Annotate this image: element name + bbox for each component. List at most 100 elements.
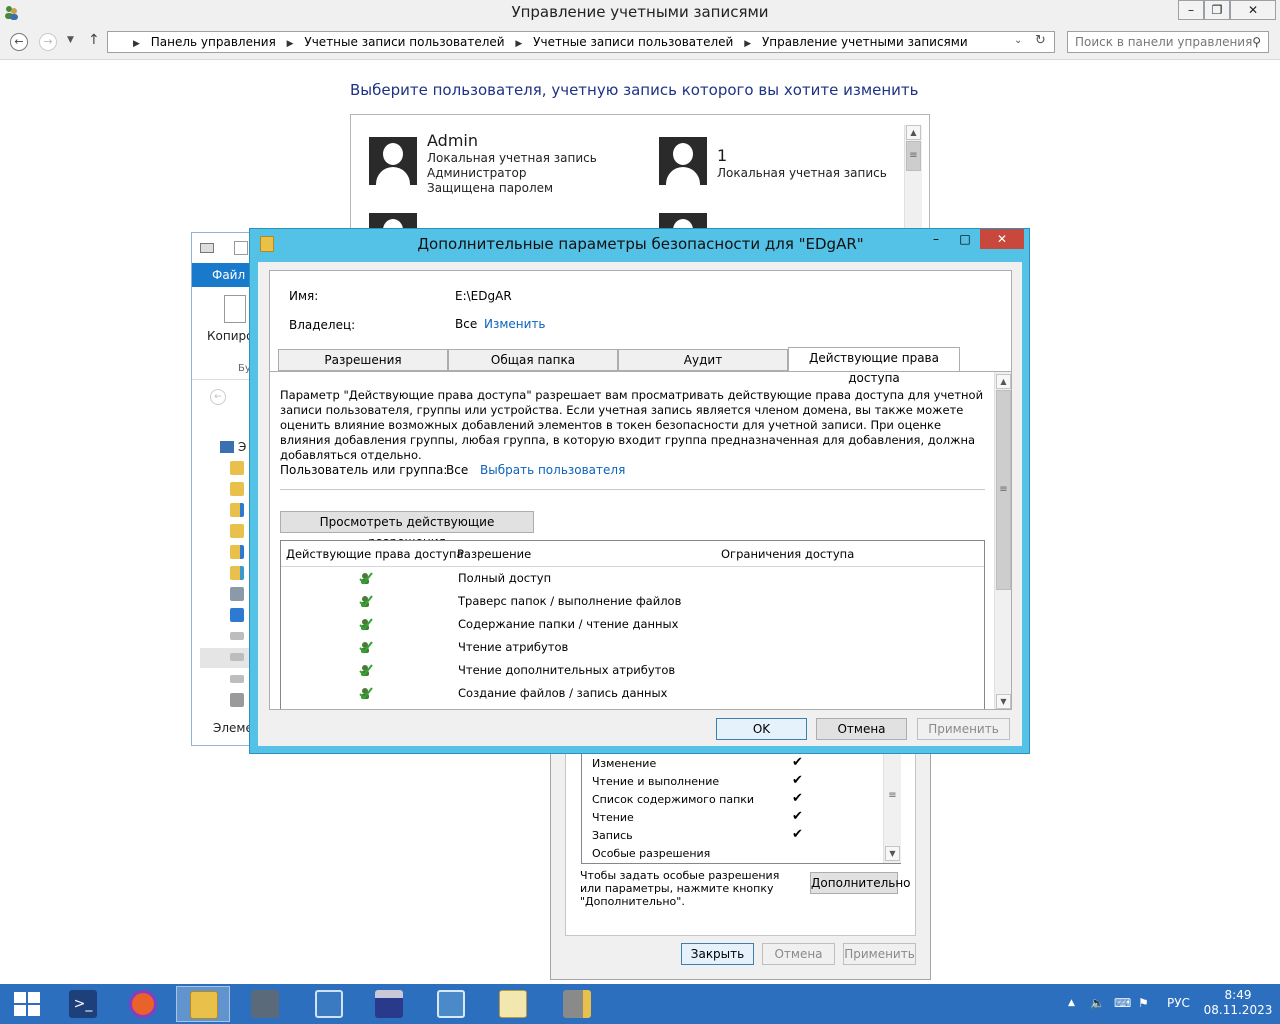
minimize-button[interactable]: – xyxy=(923,229,949,249)
taskbar-server-manager[interactable] xyxy=(238,986,292,1022)
taskbar-control-panel[interactable] xyxy=(424,986,478,1022)
music-folder-icon[interactable] xyxy=(230,545,244,559)
breadcrumb-item[interactable]: Управление учетными записями xyxy=(762,32,968,52)
table-row[interactable]: Чтение атрибутов xyxy=(281,636,984,659)
breadcrumb-item[interactable]: Панель управления xyxy=(151,32,276,52)
up-button[interactable]: ↑ xyxy=(88,32,100,48)
close-button[interactable]: ✕ xyxy=(980,229,1024,249)
apply-button[interactable]: Применить xyxy=(917,718,1010,740)
downloads-folder-icon[interactable] xyxy=(230,503,244,517)
properties-icon[interactable] xyxy=(234,241,248,255)
breadcrumb-item[interactable]: Учетные записи пользователей xyxy=(533,32,733,52)
name-value: E:\EDgAR xyxy=(455,289,512,303)
users-allowed-check-icon xyxy=(359,687,373,700)
tab-permissions[interactable]: Разрешения xyxy=(278,349,448,371)
action-center-icon[interactable]: ⚑ xyxy=(1138,996,1149,1010)
table-row[interactable]: Траверс папок / выполнение файлов xyxy=(281,590,984,613)
taskbar: >_ ▲ 🔈 ⌨ ⚑ РУС 8:49 08.11.2023 xyxy=(0,984,1280,1024)
start-button[interactable] xyxy=(0,986,54,1022)
cancel-button[interactable]: Отмена xyxy=(816,718,907,740)
input-language-indicator[interactable]: РУС xyxy=(1167,996,1190,1010)
address-dropdown-icon[interactable]: ⌄ xyxy=(1014,35,1022,46)
scroll-thumb[interactable]: ≡ xyxy=(885,753,900,841)
maximize-button[interactable]: □ xyxy=(952,229,978,249)
dialog-title: Дополнительные параметры безопасности дл… xyxy=(417,235,864,253)
permission-name: Изменение xyxy=(592,757,657,770)
table-row[interactable]: Полный доступ xyxy=(281,567,984,590)
search-input[interactable]: Поиск в панели управления ⚲ xyxy=(1067,31,1269,53)
column-header-permission[interactable]: Разрешение xyxy=(457,547,531,561)
control-panel-titlebar: Управление учетными записями – ❐ ✕ xyxy=(0,0,1280,24)
drive-icon[interactable] xyxy=(230,632,244,640)
notepad-icon xyxy=(499,990,527,1018)
table-row[interactable]: Создание файлов / запись данных xyxy=(281,682,984,705)
folder-icon[interactable] xyxy=(230,524,244,538)
tab-effective-access[interactable]: Действующие права доступа xyxy=(788,347,960,385)
clock[interactable]: 8:49 08.11.2023 xyxy=(1200,988,1276,1018)
close-button[interactable]: ✕ xyxy=(1230,0,1276,20)
speaker-muted-icon[interactable]: 🔈 xyxy=(1090,996,1105,1010)
scroll-up-icon[interactable]: ▲ xyxy=(906,125,921,140)
scroll-down-icon[interactable]: ▼ xyxy=(885,846,900,861)
breadcrumb-separator-icon: ▶ xyxy=(744,39,752,49)
select-user-link[interactable]: Выбрать пользователя xyxy=(480,463,625,477)
drive-icon[interactable] xyxy=(230,653,244,661)
taskbar-firefox[interactable] xyxy=(116,986,170,1022)
address-bar[interactable]: ▶ Панель управления ▶ Учетные записи пол… xyxy=(107,31,1055,53)
taskbar-powershell[interactable]: >_ xyxy=(56,986,110,1022)
search-icon[interactable]: ⚲ xyxy=(1252,32,1261,52)
breadcrumb-item[interactable]: Учетные записи пользователей xyxy=(304,32,504,52)
scroll-up-icon[interactable]: ▲ xyxy=(996,374,1011,389)
server-manager-icon xyxy=(251,990,279,1018)
taskbar-server-lock[interactable] xyxy=(550,986,604,1022)
scroll-thumb[interactable]: ≡ xyxy=(906,141,921,171)
permission-name: Чтение и выполнение xyxy=(592,775,720,788)
network-tray-icon[interactable]: ⌨ xyxy=(1114,996,1131,1010)
pictures-folder-icon[interactable] xyxy=(230,566,244,580)
taskbar-notepad[interactable] xyxy=(486,986,540,1022)
copy-label[interactable]: Копиро xyxy=(207,329,250,343)
cancel-button[interactable]: Отмена xyxy=(762,943,835,965)
column-header-effective-access[interactable]: Действующие права доступа xyxy=(286,547,464,561)
apply-button[interactable]: Применить xyxy=(843,943,916,965)
restore-button[interactable]: ❐ xyxy=(1204,0,1230,20)
folder-icon[interactable] xyxy=(230,482,244,496)
back-button[interactable]: ← xyxy=(10,33,28,51)
scroll-down-icon[interactable]: ▼ xyxy=(996,694,1011,709)
network-icon[interactable] xyxy=(230,693,244,707)
permission-name: Список содержимого папки xyxy=(592,793,755,806)
taskbar-file-explorer[interactable] xyxy=(176,986,230,1022)
network-drive-icon[interactable] xyxy=(230,587,244,601)
table-row[interactable]: Чтение дополнительных атрибутов xyxy=(281,659,984,682)
taskbar-network[interactable] xyxy=(302,986,356,1022)
show-hidden-icons-chevron-icon[interactable]: ▲ xyxy=(1068,998,1075,1008)
column-header-access-limited-by[interactable]: Ограничения доступа xyxy=(721,547,854,561)
tree-item-label[interactable]: Э xyxy=(238,440,246,454)
scroll-thumb[interactable]: ≡ xyxy=(996,390,1011,590)
users-allowed-check-icon xyxy=(359,664,373,677)
folder-icon[interactable] xyxy=(230,461,244,475)
page-heading: Выберите пользователя, учетную запись ко… xyxy=(350,81,919,99)
tab-auditing[interactable]: Аудит xyxy=(618,349,788,371)
copy-icon[interactable] xyxy=(224,295,246,323)
windows-drive-icon[interactable] xyxy=(230,608,244,622)
tab-sharing[interactable]: Общая папка xyxy=(448,349,618,371)
ok-button[interactable]: OK xyxy=(716,718,807,740)
panel-scrollbar[interactable]: ▲ ≡ ▼ xyxy=(994,372,1011,709)
refresh-icon[interactable]: ↻ xyxy=(1035,33,1046,48)
permissions-list[interactable]: Изменение ✔ Чтение и выполнение ✔ Список… xyxy=(581,751,901,864)
view-effective-access-button[interactable]: Просмотреть действующие разрешения xyxy=(280,511,534,549)
table-row[interactable]: Содержание папки / чтение данных xyxy=(281,613,984,636)
drive-icon[interactable] xyxy=(230,675,244,683)
advanced-button[interactable]: Дополнительно xyxy=(810,872,911,894)
ribbon-file-tab[interactable]: Файл xyxy=(192,263,250,287)
change-owner-link[interactable]: Изменить xyxy=(484,317,546,331)
forward-button[interactable]: → xyxy=(39,33,57,51)
close-dialog-button[interactable]: Закрыть xyxy=(681,943,754,965)
back-icon[interactable]: ← xyxy=(210,389,226,405)
taskbar-save[interactable] xyxy=(362,986,416,1022)
accounts-scrollbar[interactable]: ▲ ≡ xyxy=(904,125,922,243)
minimize-button[interactable]: – xyxy=(1178,0,1204,20)
permissions-scrollbar[interactable]: ≡ ▼ xyxy=(883,751,901,863)
recent-pages-chevron-icon[interactable]: ▼ xyxy=(67,35,74,45)
